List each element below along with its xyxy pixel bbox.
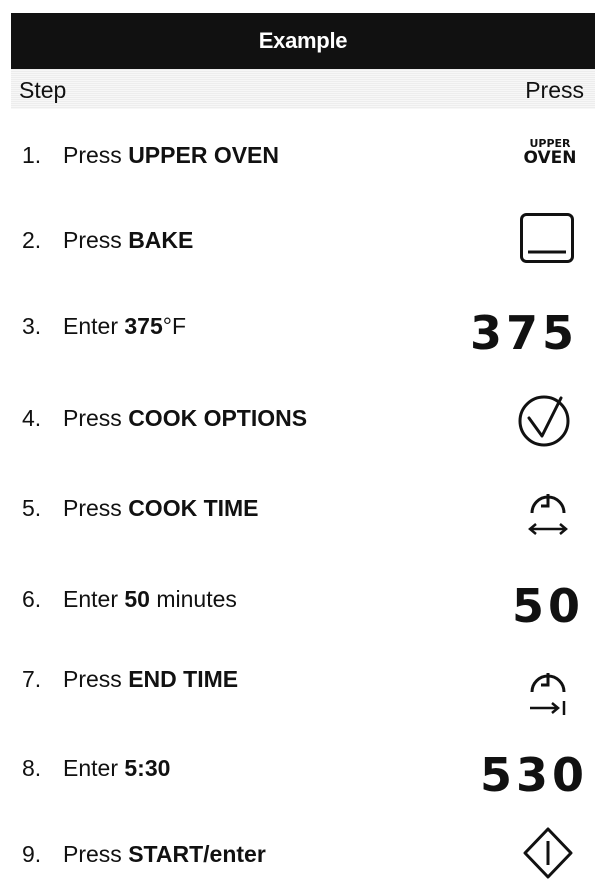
bake-button[interactable]	[519, 212, 575, 269]
column-header: Step Press	[11, 69, 595, 109]
step-6: 6. Enter 50 minutes	[22, 586, 237, 612]
temperature-display: 375	[470, 306, 579, 360]
step-3: 3. Enter 375°F	[22, 313, 186, 339]
step-4: 4. Press COOK OPTIONS	[22, 405, 308, 431]
start-enter-button[interactable]	[522, 826, 574, 885]
checkmark-circle-icon	[518, 395, 570, 447]
upper-oven-button[interactable]: UPPER OVEN	[519, 138, 581, 167]
cook-options-button[interactable]	[517, 394, 571, 453]
cook-time-clock-icon	[528, 494, 568, 535]
minutes-display: 50	[512, 579, 585, 633]
step-column-label: Step	[19, 77, 67, 103]
step-9: 9. Press START/enter	[22, 841, 266, 867]
end-time-button[interactable]	[525, 662, 571, 725]
step-7: 7. Press END TIME	[22, 666, 239, 692]
cook-time-button[interactable]	[525, 483, 571, 546]
end-time-display: 530	[480, 748, 589, 802]
bake-icon	[520, 213, 574, 263]
start-diamond-icon	[523, 827, 573, 879]
step-5: 5. Press COOK TIME	[22, 495, 259, 521]
page-title: Example	[258, 28, 348, 53]
step-8: 8. Enter 5:30	[22, 755, 171, 781]
step-2: 2. Press BAKE	[22, 227, 194, 253]
step-1: 1. Press UPPER OVEN	[22, 142, 280, 168]
example-title-bar: Example	[11, 13, 595, 69]
end-time-clock-icon	[530, 673, 566, 715]
press-column-label: Press	[525, 77, 584, 103]
